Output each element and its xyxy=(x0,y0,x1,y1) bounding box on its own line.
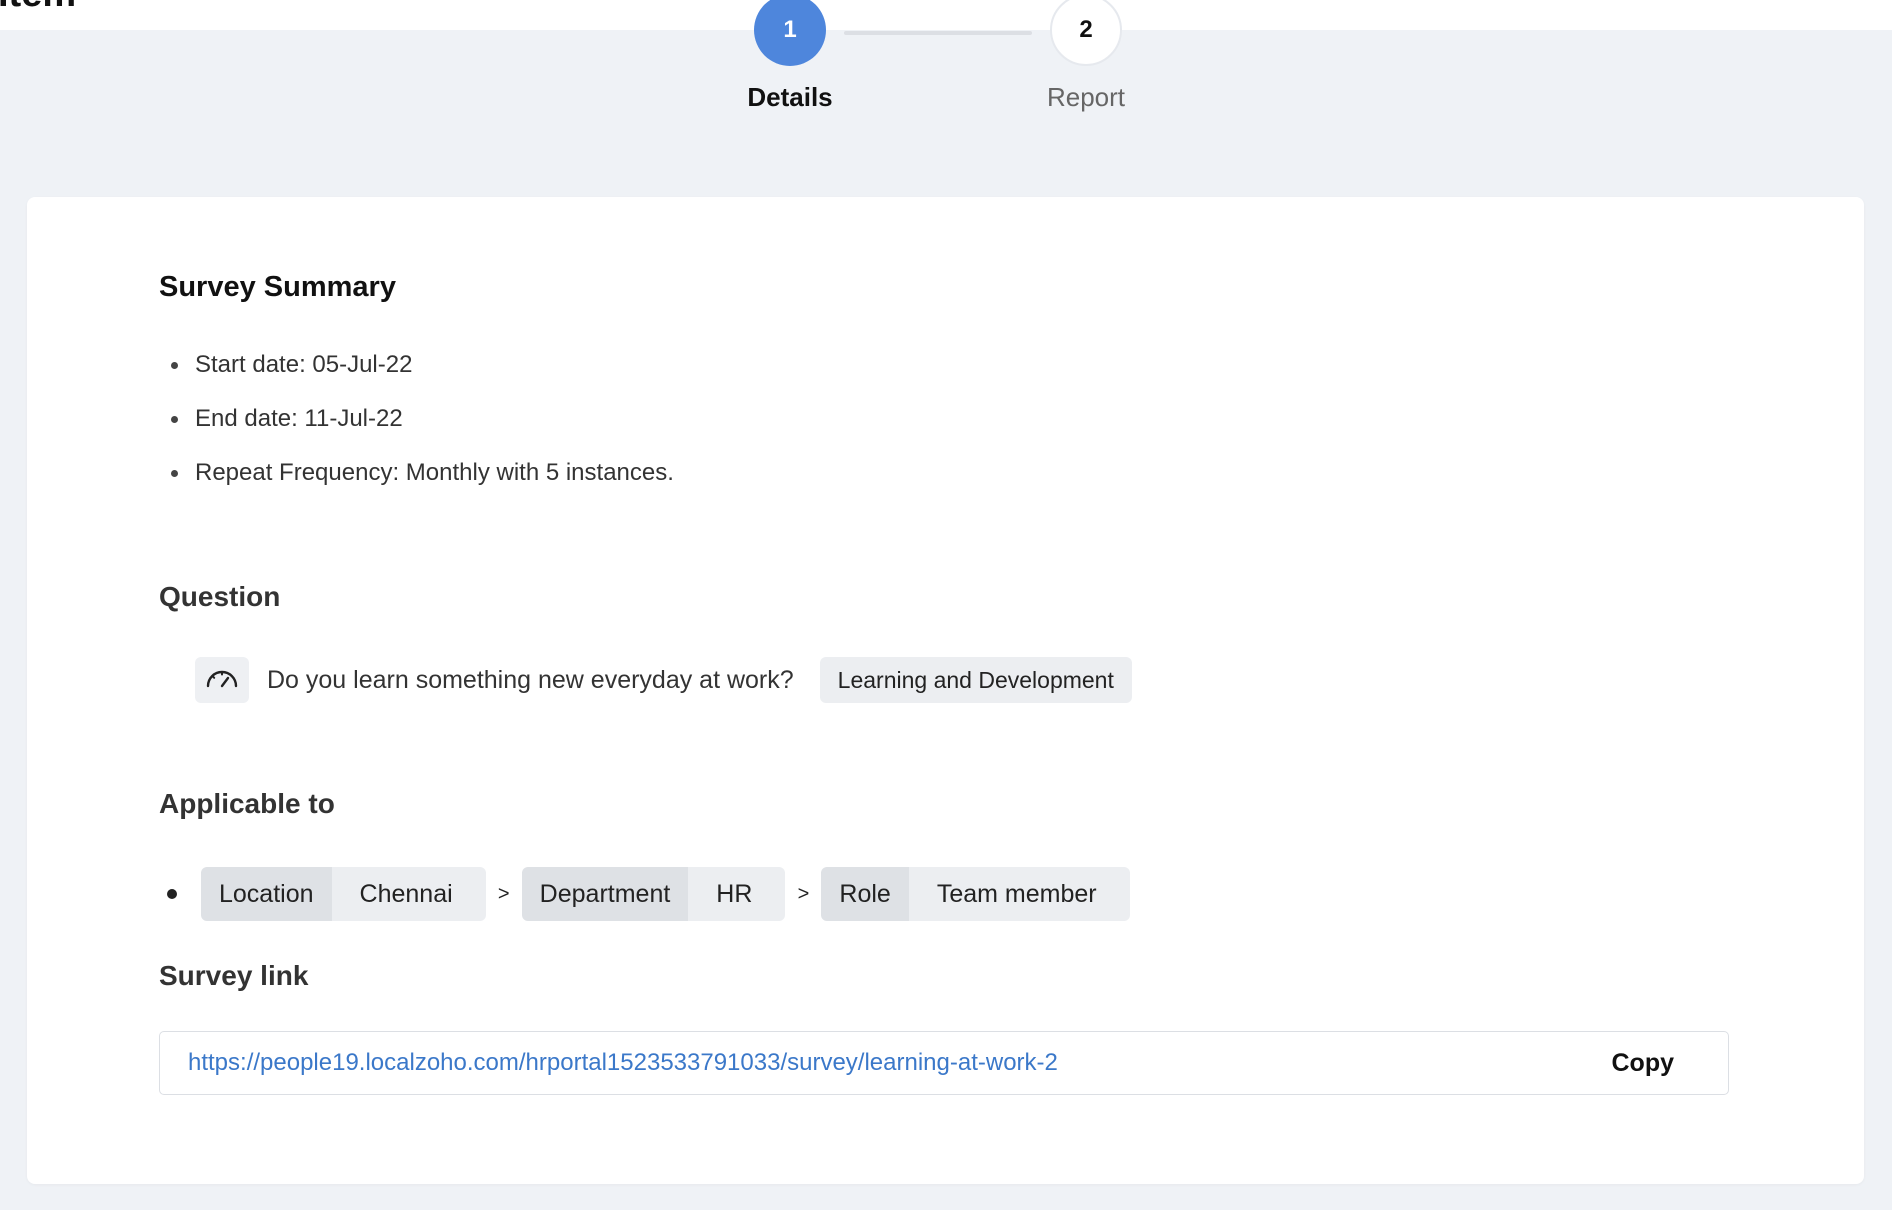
repeat-frequency-item: Repeat Frequency: Monthly with 5 instanc… xyxy=(159,457,674,489)
criterion-key: Location xyxy=(201,867,332,921)
department-criterion: Department HR xyxy=(521,867,786,921)
start-date-item: Start date: 05-Jul-22 xyxy=(159,349,674,381)
step-2-circle[interactable]: 2 xyxy=(1050,0,1122,66)
step-1-label[interactable]: Details xyxy=(710,80,870,114)
question-title: Question xyxy=(159,581,281,612)
step-1-circle[interactable]: 1 xyxy=(754,0,826,66)
criterion-value: Team member xyxy=(908,867,1130,921)
applicable-criteria-row: Location Chennai > Department HR > Role … xyxy=(167,867,1130,921)
survey-summary-title: Survey Summary xyxy=(159,271,396,303)
step-2-label[interactable]: Report xyxy=(1006,80,1166,114)
question-text: Do you learn something new everyday at w… xyxy=(267,665,794,694)
stepper: 1 2 Details Report xyxy=(0,0,1892,130)
applicable-bullet xyxy=(167,889,177,899)
question-type-box xyxy=(195,657,249,703)
end-date-item: End date: 11-Jul-22 xyxy=(159,403,674,435)
survey-link-title: Survey link xyxy=(159,960,309,991)
criterion-separator: > xyxy=(497,882,510,905)
copy-button[interactable]: Copy xyxy=(1612,1049,1675,1078)
step-connector xyxy=(844,31,1032,35)
criterion-key: Role xyxy=(821,867,909,921)
survey-details-card: Survey Summary Start date: 05-Jul-22 End… xyxy=(27,197,1864,1184)
question-category-tag: Learning and Development xyxy=(819,657,1132,703)
survey-link-field[interactable]: https://people19.localzoho.com/hrportal1… xyxy=(159,1031,1729,1095)
criterion-value: HR xyxy=(688,867,786,921)
question-row: Do you learn something new everyday at w… xyxy=(195,657,1132,703)
criterion-value: Chennai xyxy=(331,867,486,921)
survey-link-url[interactable]: https://people19.localzoho.com/hrportal1… xyxy=(188,1049,1612,1077)
criterion-separator: > xyxy=(797,882,810,905)
role-criterion: Role Team member xyxy=(821,867,1130,921)
location-criterion: Location Chennai xyxy=(201,867,486,921)
gauge-icon xyxy=(205,667,239,694)
applicable-to-title: Applicable to xyxy=(159,788,335,819)
criterion-key: Department xyxy=(521,867,689,921)
summary-list: Start date: 05-Jul-22 End date: 11-Jul-2… xyxy=(159,349,674,511)
